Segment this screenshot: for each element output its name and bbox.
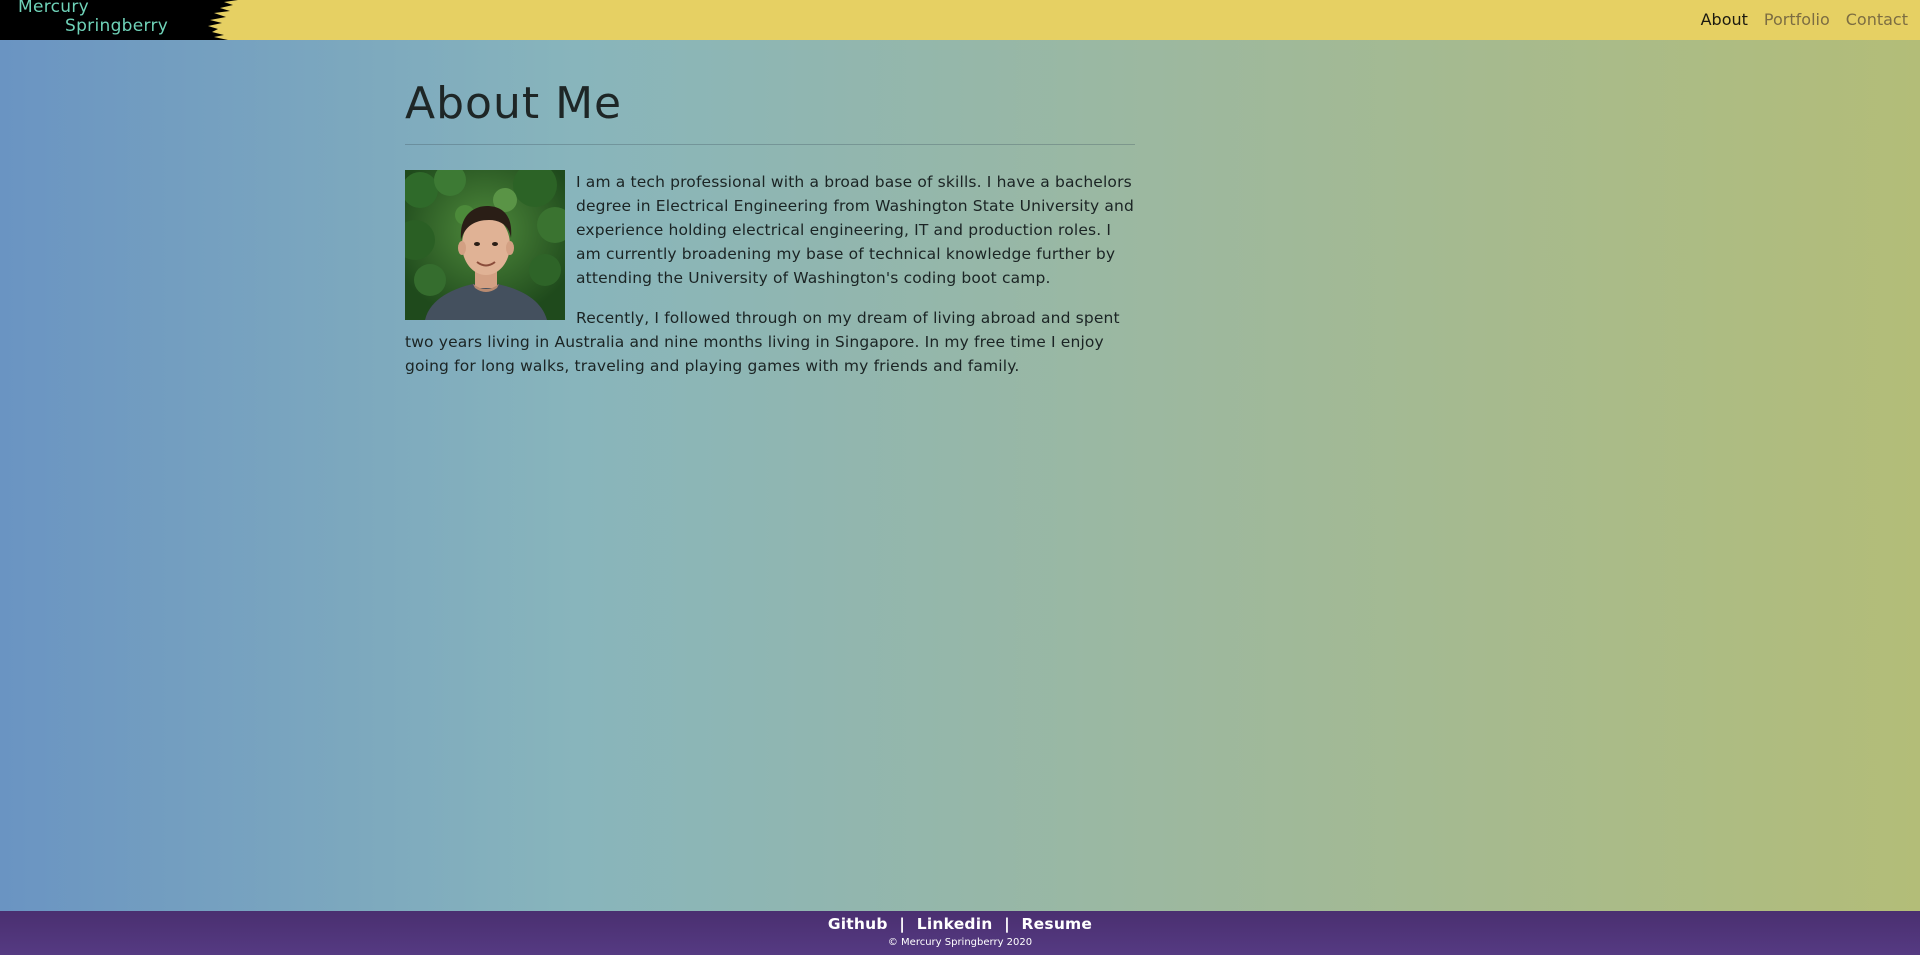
nav-link-contact[interactable]: Contact (1846, 9, 1908, 31)
footer-link-resume[interactable]: Resume (1022, 915, 1093, 933)
brand-last-name: Springberry (65, 16, 169, 36)
footer-link-linkedin[interactable]: Linkedin (917, 915, 993, 933)
navbar: Mercury Springberry About Portfolio Cont… (0, 0, 1920, 40)
nav-menu: About Portfolio Contact (1701, 9, 1908, 31)
brand-logo-link[interactable]: Mercury Springberry (18, 0, 218, 40)
footer-separator: | (899, 915, 906, 933)
about-section: I am a tech professional with a broad ba… (405, 170, 1135, 394)
footer-link-github[interactable]: Github (828, 915, 888, 933)
profile-photo (405, 170, 565, 320)
footer: Github | Linkedin | Resume © Mercury Spr… (0, 911, 1920, 955)
main-content: About Me I am a tech professional with a… (405, 78, 1135, 394)
brand-first-name: Mercury (18, 0, 90, 17)
footer-separator: | (1004, 915, 1010, 933)
page-title: About Me (405, 78, 1135, 145)
nav-link-portfolio[interactable]: Portfolio (1764, 9, 1830, 31)
copyright-notice: © Mercury Springberry 2020 (887, 937, 1033, 948)
nav-link-about[interactable]: About (1701, 9, 1748, 31)
footer-links: Github | Linkedin | Resume (0, 911, 1920, 934)
